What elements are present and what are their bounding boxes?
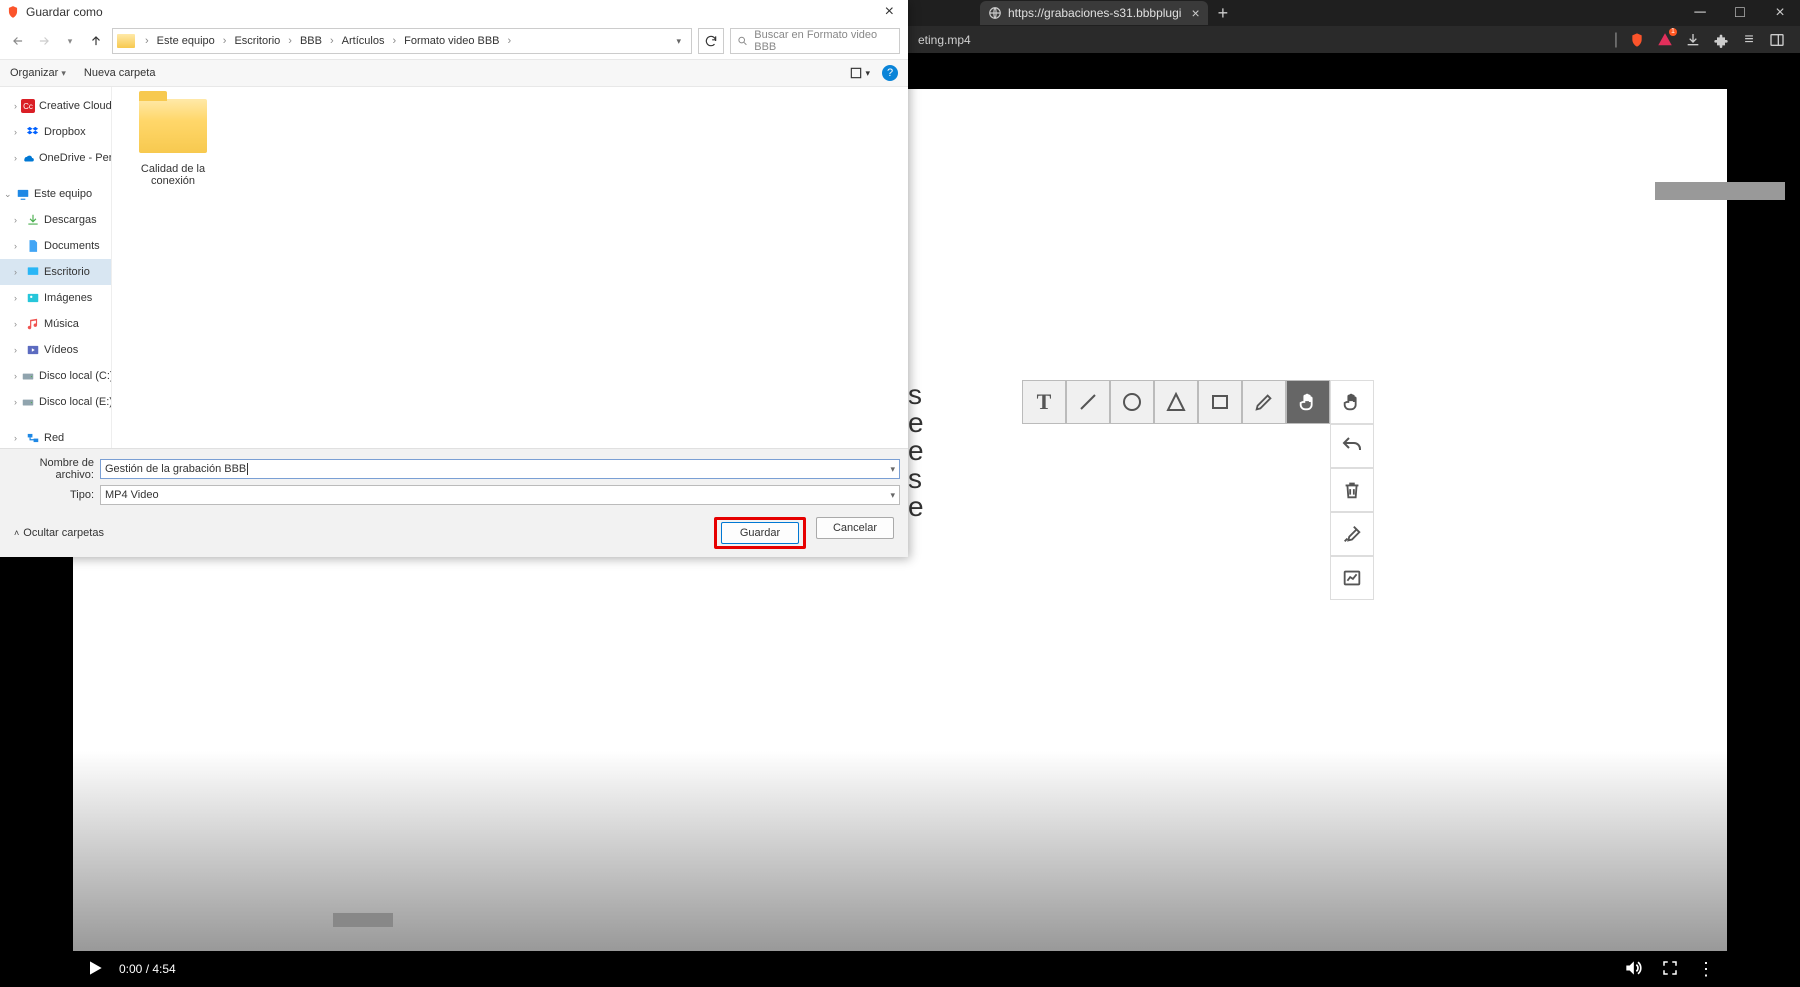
folder-label: Calidad de la conexión bbox=[128, 163, 218, 187]
app-icon bbox=[6, 5, 20, 19]
save-button[interactable]: Guardar bbox=[721, 522, 799, 544]
bc-item-2[interactable]: BBB bbox=[298, 33, 324, 49]
maximize-button[interactable]: □ bbox=[1720, 0, 1760, 26]
text-tool[interactable]: T bbox=[1022, 380, 1066, 424]
menu-icon[interactable]: ≡ bbox=[1740, 31, 1758, 49]
sidebar-toggle-icon[interactable] bbox=[1768, 31, 1786, 49]
sidebar-item[interactable]: ›Escritorio bbox=[0, 259, 111, 285]
filename-label: Nombre de archivo: bbox=[8, 457, 100, 481]
save-as-dialog: Guardar como × ▾ › Este equipo › Escrito… bbox=[0, 0, 908, 557]
volume-icon[interactable] bbox=[1623, 958, 1643, 981]
cancel-button[interactable]: Cancelar bbox=[816, 517, 894, 539]
search-icon bbox=[737, 35, 748, 47]
forward-button[interactable] bbox=[34, 31, 54, 51]
undo-tool[interactable] bbox=[1330, 424, 1374, 468]
video-time: 0:00 / 4:54 bbox=[119, 962, 176, 976]
view-options-button[interactable]: ▾ bbox=[849, 66, 870, 80]
chart-tool[interactable] bbox=[1330, 556, 1374, 600]
line-tool[interactable] bbox=[1066, 380, 1110, 424]
close-dialog-icon[interactable]: × bbox=[877, 3, 902, 21]
bc-item-4[interactable]: Formato video BBB bbox=[402, 33, 501, 49]
close-window-button[interactable]: × bbox=[1760, 0, 1800, 26]
new-folder-button[interactable]: Nueva carpeta bbox=[84, 67, 156, 79]
trash-tool[interactable] bbox=[1330, 468, 1374, 512]
search-box[interactable]: Buscar en Formato video BBB bbox=[730, 28, 900, 54]
download-icon[interactable] bbox=[1684, 31, 1702, 49]
sidebar-item[interactable]: ›Disco local (C:) bbox=[0, 363, 111, 389]
window-controls: ─ □ × bbox=[1680, 0, 1800, 26]
dialog-body: ›CcCreative Cloud F›Dropbox›OneDrive - P… bbox=[0, 87, 908, 448]
bottom-panel: Nombre de archivo: Gestión de la grabaci… bbox=[0, 448, 908, 557]
sidebar-item[interactable]: ›CcCreative Cloud F bbox=[0, 93, 111, 119]
folder-icon bbox=[139, 99, 207, 153]
dialog-title-bar: Guardar como × bbox=[0, 0, 908, 23]
new-tab-button[interactable]: + bbox=[1218, 3, 1229, 24]
more-icon[interactable]: ⋮ bbox=[1697, 959, 1715, 980]
fullscreen-icon[interactable] bbox=[1661, 959, 1679, 980]
up-button[interactable] bbox=[86, 31, 106, 51]
bc-item-0[interactable]: Este equipo bbox=[155, 33, 217, 49]
organize-button[interactable]: Organizar ▾ bbox=[10, 67, 66, 79]
sidebar-item[interactable]: ⌄Este equipo bbox=[0, 181, 111, 207]
sidebar-item[interactable]: ›Documents bbox=[0, 233, 111, 259]
back-button[interactable] bbox=[8, 31, 28, 51]
hide-folders-toggle[interactable]: ˄ Ocultar carpetas bbox=[14, 527, 104, 539]
gray-element-top bbox=[1655, 182, 1785, 200]
globe-icon bbox=[988, 6, 1002, 20]
nav-row: ▾ › Este equipo › Escritorio › BBB › Art… bbox=[0, 23, 908, 59]
sidebar-item[interactable]: ›Descargas bbox=[0, 207, 111, 233]
tab-close-icon[interactable]: × bbox=[1191, 5, 1199, 21]
sidebar-item[interactable]: ›Vídeos bbox=[0, 337, 111, 363]
recent-dropdown[interactable]: ▾ bbox=[60, 31, 80, 51]
annotation-side-toolbar bbox=[1330, 424, 1374, 600]
brave-shield-icon[interactable] bbox=[1628, 31, 1646, 49]
pointer-tool[interactable] bbox=[1330, 380, 1374, 424]
sidebar-item[interactable]: ›Disco local (E:) bbox=[0, 389, 111, 415]
extensions-icon[interactable] bbox=[1712, 31, 1730, 49]
play-button[interactable] bbox=[85, 958, 105, 981]
paint-tool[interactable] bbox=[1330, 512, 1374, 556]
sidebar-item[interactable]: ›OneDrive - Perso bbox=[0, 145, 111, 171]
obscured-text: s e e s e bbox=[908, 381, 924, 521]
type-label: Tipo: bbox=[8, 489, 100, 501]
type-select[interactable]: MP4 Video ▾ bbox=[100, 485, 900, 505]
browser-tab[interactable]: https://grabaciones-s31.bbbplugi × bbox=[980, 1, 1208, 25]
triangle-tool[interactable] bbox=[1154, 380, 1198, 424]
sidebar-item[interactable]: ›Dropbox bbox=[0, 119, 111, 145]
minimize-button[interactable]: ─ bbox=[1680, 0, 1720, 26]
sidebar: ›CcCreative Cloud F›Dropbox›OneDrive - P… bbox=[0, 87, 112, 448]
refresh-button[interactable] bbox=[698, 28, 724, 54]
bat-rewards-icon[interactable]: 1 bbox=[1656, 31, 1674, 49]
gray-element bbox=[333, 913, 393, 927]
breadcrumb[interactable]: › Este equipo › Escritorio › BBB › Artíc… bbox=[112, 28, 692, 54]
bc-item-3[interactable]: Artículos bbox=[340, 33, 387, 49]
hand-tool[interactable] bbox=[1286, 380, 1330, 424]
pencil-tool[interactable] bbox=[1242, 380, 1286, 424]
rectangle-tool[interactable] bbox=[1198, 380, 1242, 424]
help-icon[interactable]: ? bbox=[882, 65, 898, 81]
dialog-title: Guardar como bbox=[26, 5, 103, 19]
annotation-toolbar: T bbox=[1022, 380, 1374, 424]
tab-title: https://grabaciones-s31.bbbplugi bbox=[1008, 6, 1181, 20]
sidebar-item[interactable]: ›Imágenes bbox=[0, 285, 111, 311]
filename-input[interactable]: Gestión de la grabación BBB ▾ bbox=[100, 459, 900, 479]
folder-icon bbox=[117, 34, 135, 48]
toolbar: Organizar ▾ Nueva carpeta ▾ ? bbox=[0, 59, 908, 87]
search-placeholder: Buscar en Formato video BBB bbox=[754, 29, 893, 53]
video-controls: 0:00 / 4:54 ⋮ bbox=[73, 951, 1727, 987]
video-gradient bbox=[73, 751, 1727, 951]
folder-item[interactable]: Calidad de la conexión bbox=[128, 99, 218, 187]
sidebar-item[interactable]: ›Música bbox=[0, 311, 111, 337]
bc-item-1[interactable]: Escritorio bbox=[232, 33, 282, 49]
circle-tool[interactable] bbox=[1110, 380, 1154, 424]
folder-content[interactable]: Calidad de la conexión bbox=[112, 87, 908, 448]
sidebar-item[interactable]: ›Red bbox=[0, 425, 111, 448]
save-highlight: Guardar bbox=[714, 517, 806, 549]
